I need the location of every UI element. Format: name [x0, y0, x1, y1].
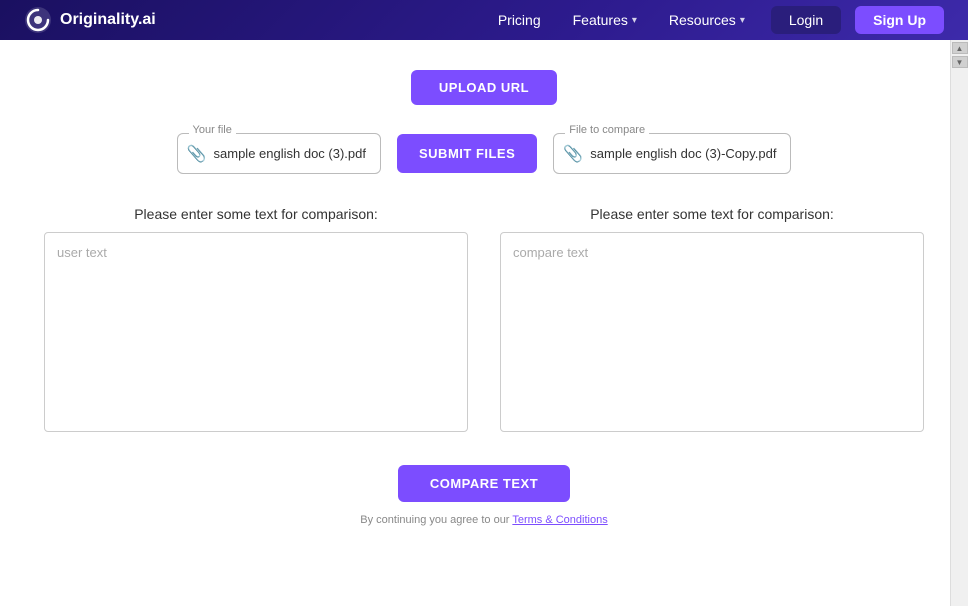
features-chevron-icon: ▾: [632, 15, 637, 26]
your-file-wrapper: Your file 📎 sample english doc (3).pdf: [177, 133, 381, 174]
your-file-name: sample english doc (3).pdf: [214, 146, 366, 161]
navbar: Originality.ai Pricing Features ▾ Resour…: [0, 0, 968, 40]
main-content: ▲ ▼ UPLOAD URL Your file 📎 sample englis…: [0, 40, 968, 606]
text-label-right: Please enter some text for comparison:: [500, 206, 924, 222]
logo[interactable]: Originality.ai: [24, 6, 156, 34]
nav-pricing[interactable]: Pricing: [486, 8, 553, 32]
compare-file-wrapper: File to compare 📎 sample english doc (3)…: [553, 133, 791, 174]
terms-link[interactable]: Terms & Conditions: [512, 514, 607, 526]
compare-file-icon: 📎: [563, 144, 583, 164]
scroll-down-button[interactable]: ▼: [952, 56, 968, 68]
file-to-compare-label: File to compare: [565, 124, 649, 136]
upload-url-button[interactable]: UPLOAD URL: [411, 70, 557, 105]
text-label-left: Please enter some text for comparison:: [44, 206, 468, 222]
nav-resources[interactable]: Resources ▾: [657, 8, 757, 32]
your-file-field[interactable]: 📎 sample english doc (3).pdf: [177, 133, 381, 174]
files-row: Your file 📎 sample english doc (3).pdf S…: [44, 133, 924, 174]
compare-text-input[interactable]: [500, 232, 924, 432]
nav-features[interactable]: Features ▾: [561, 8, 649, 32]
signup-button[interactable]: Sign Up: [855, 6, 944, 34]
upload-url-row: UPLOAD URL: [44, 70, 924, 105]
logo-text: Originality.ai: [60, 11, 156, 29]
scroll-up-button[interactable]: ▲: [952, 42, 968, 54]
footer-note: By continuing you agree to our Terms & C…: [44, 514, 924, 526]
compare-btn-row: COMPARE TEXT: [44, 465, 924, 502]
nav-links: Pricing Features ▾ Resources ▾ Login Sig…: [486, 6, 944, 34]
text-compare-row: Please enter some text for comparison: P…: [44, 206, 924, 437]
compare-file-field[interactable]: 📎 sample english doc (3)-Copy.pdf: [553, 133, 791, 174]
your-file-label: Your file: [189, 124, 236, 136]
resources-chevron-icon: ▾: [740, 15, 745, 26]
submit-files-button[interactable]: SUBMIT FILES: [397, 134, 537, 173]
text-compare-left: Please enter some text for comparison:: [44, 206, 468, 437]
user-text-input[interactable]: [44, 232, 468, 432]
compare-text-button[interactable]: COMPARE TEXT: [398, 465, 570, 502]
scrollbar: ▲ ▼: [950, 40, 968, 606]
login-button[interactable]: Login: [771, 6, 841, 34]
logo-icon: [24, 6, 52, 34]
compare-file-name: sample english doc (3)-Copy.pdf: [590, 146, 776, 161]
text-compare-right: Please enter some text for comparison:: [500, 206, 924, 437]
your-file-icon: 📎: [187, 144, 207, 164]
